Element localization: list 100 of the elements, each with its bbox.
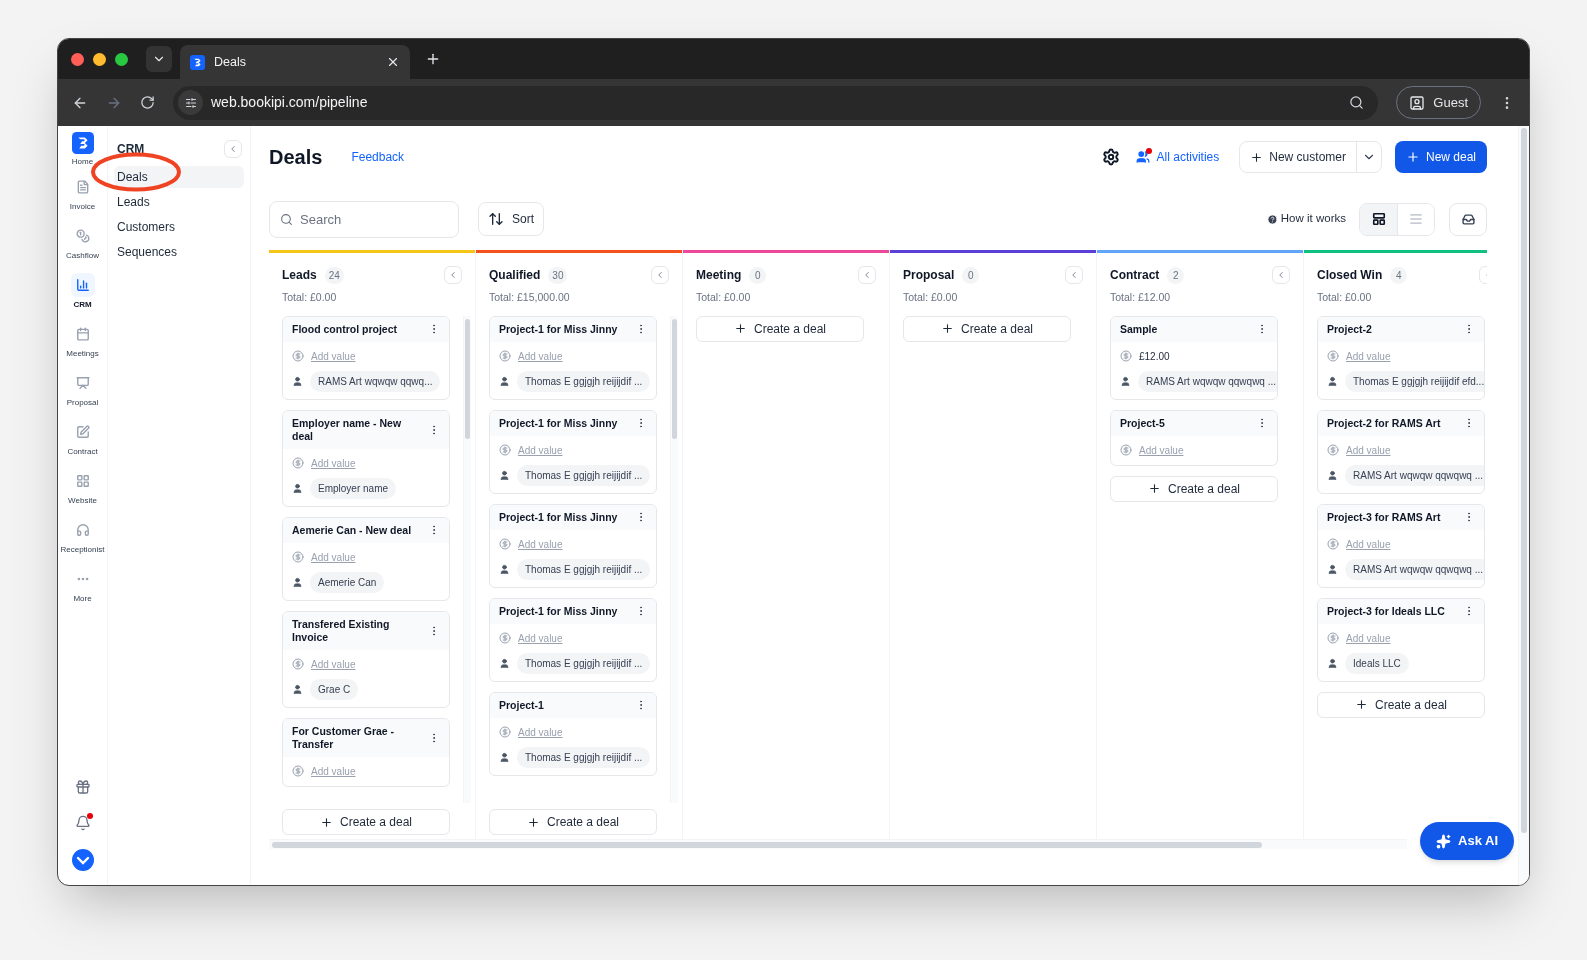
contact-chip[interactable]: Thomas E ggjgjh reijijdif ...: [517, 464, 651, 486]
rail-item[interactable]: Cashflow: [58, 224, 107, 268]
search-icon[interactable]: [1349, 95, 1365, 110]
address-bar[interactable]: web.bookipi.com/pipeline: [173, 85, 1379, 120]
close-window-icon[interactable]: [71, 52, 84, 66]
contact-chip[interactable]: Employer name: [310, 477, 397, 499]
create-deal-button[interactable]: Create a deal: [282, 809, 450, 835]
feedback-link[interactable]: Feedback: [351, 148, 405, 166]
count-badge: 2: [1167, 266, 1185, 284]
app-logo-icon[interactable]: [190, 54, 205, 70]
sliders-icon: [184, 96, 197, 109]
deal-card[interactable]: Project-2 for RAMS Art Add value RAMS Art wqwqw qqwqwq ...: [1317, 409, 1485, 494]
chevron-left-icon: [655, 270, 665, 280]
contact-chip[interactable]: Grae C: [310, 678, 359, 700]
contact-chip[interactable]: Thomas E ggjgjh reijijdif ...: [517, 652, 651, 674]
contact-chip[interactable]: Ideals LLC: [1345, 652, 1409, 674]
archive-button[interactable]: [1449, 202, 1487, 236]
contact-chip[interactable]: RAMS Art wqwqw qqwqwq ...: [1138, 370, 1277, 392]
deal-card[interactable]: Flood control project Add value RAMS Art wqwqw qqwq...: [282, 315, 450, 400]
deal-card[interactable]: Project-1 for Miss Jinny Add value Thomas E ggjgjh reijijdif ...: [489, 409, 657, 494]
rail-item[interactable]: Receptionist: [58, 518, 107, 562]
plus-icon: [1405, 150, 1420, 164]
people-icon[interactable]: [1135, 150, 1150, 164]
vertical-scrollbar[interactable]: [1518, 126, 1529, 885]
rail-label: Cashflow: [66, 250, 99, 262]
create-deal-button[interactable]: Create a deal: [1110, 475, 1278, 502]
contact-chip[interactable]: Thomas E ggjgjh reijijdif ...: [517, 558, 651, 580]
new-tab-icon[interactable]: [425, 51, 441, 67]
contact-chip[interactable]: Thomas E ggjgjh reijijdif efd...: [1345, 370, 1484, 392]
deal-card[interactable]: Project-3 for Ideals LLC Add value Ideals LLC: [1317, 597, 1485, 682]
site-settings-button[interactable]: [178, 90, 203, 115]
rail-item[interactable]: Proposal: [58, 371, 107, 415]
column-scrollbar[interactable]: [670, 315, 678, 803]
deal-card[interactable]: Project-2 Add value Thomas E ggjgjh reijijdif efd...: [1317, 315, 1485, 400]
grid-icon: [75, 474, 90, 488]
gift-icon[interactable]: [74, 779, 91, 795]
new-deal-button[interactable]: New deal: [1394, 141, 1487, 173]
subnav-item[interactable]: Customers: [114, 216, 244, 238]
contact-chip[interactable]: RAMS Art wqwqw qqwq...: [310, 370, 441, 392]
subnav-item[interactable]: Deals: [114, 166, 244, 188]
reload-icon[interactable]: [140, 95, 155, 110]
bell-icon[interactable]: [74, 815, 91, 831]
rail-item[interactable]: More: [58, 567, 107, 611]
tab-list-button[interactable]: [146, 46, 172, 72]
browser-tab[interactable]: Deals: [180, 45, 410, 79]
deal-card[interactable]: Project-1 for Miss Jinny Add value Thomas E ggjgjh reijijdif ...: [489, 503, 657, 588]
deal-card[interactable]: Project-5 Add value: [1110, 409, 1278, 466]
ask-ai-button[interactable]: Ask AI: [1420, 822, 1514, 860]
horizontal-scrollbar[interactable]: [269, 839, 1407, 849]
close-icon[interactable]: [386, 55, 400, 69]
rail-item[interactable]: Home: [58, 132, 107, 170]
search-field[interactable]: Search: [269, 200, 459, 238]
rail-item[interactable]: Website: [58, 469, 107, 513]
create-deal-button[interactable]: Create a deal: [1317, 691, 1485, 718]
dollar-icon: [1327, 350, 1339, 363]
maximize-window-icon[interactable]: [115, 52, 128, 66]
rail-label: Website: [68, 495, 97, 507]
chevron-badge-icon[interactable]: [71, 849, 94, 871]
column-scrollbar[interactable]: [463, 315, 471, 803]
contact-chip[interactable]: Aemerie Can: [310, 571, 385, 593]
chevron-left-icon: [448, 270, 458, 280]
bar-chart-icon: [75, 278, 90, 292]
deal-card[interactable]: For Customer Grae - Transfer Add value: [282, 717, 450, 787]
create-deal-button[interactable]: Create a deal: [489, 809, 657, 835]
deal-title: Project-1: [499, 698, 544, 712]
minimize-window-icon[interactable]: [93, 52, 106, 66]
deal-card[interactable]: Aemerie Can - New deal Add value Aemerie Can: [282, 516, 450, 601]
chevron-left-icon: [862, 270, 872, 280]
deal-card[interactable]: Transfered Existing Invoice Add value Grae C: [282, 610, 450, 708]
settings-icon[interactable]: [1101, 148, 1120, 166]
stage-total: Total: £0.00: [902, 290, 959, 305]
count-badge: 24: [324, 266, 344, 284]
rail-item[interactable]: Invoice: [58, 175, 107, 219]
contact-chip[interactable]: RAMS Art wqwqw qqwqwq ...: [1345, 464, 1484, 486]
contact-chip[interactable]: Thomas E ggjgjh reijijdif ...: [517, 746, 651, 768]
deal-card[interactable]: Sample £12.00 RAMS Art wqwqw qqwqwq ...: [1110, 315, 1278, 400]
rail-item[interactable]: CRM: [58, 273, 107, 317]
stage-total: Total: £0.00: [1316, 290, 1373, 305]
how-it-works-link[interactable]: How it works: [1280, 210, 1346, 228]
rail-item[interactable]: Meetings: [58, 322, 107, 366]
subnav-item[interactable]: Sequences: [114, 241, 244, 263]
rail-item[interactable]: Contract: [58, 420, 107, 464]
deal-card[interactable]: Employer name - New deal Add value Employer name: [282, 409, 450, 507]
dollar-icon: [499, 444, 511, 457]
deal-card[interactable]: Project-3 for RAMS Art Add value RAMS Art wqwqw qqwqwq ...: [1317, 503, 1485, 588]
deal-card[interactable]: Project-1 for Miss Jinny Add value Thomas E ggjgjh reijijdif ...: [489, 315, 657, 400]
create-deal-button[interactable]: Create a deal: [903, 315, 1071, 342]
contact-chip[interactable]: Thomas E ggjgjh reijijdif ...: [517, 370, 651, 392]
contact-chip[interactable]: RAMS Art wqwqw qqwqwq ...: [1345, 558, 1484, 580]
sort-button[interactable]: Sort: [478, 202, 544, 236]
deal-title: Project-1 for Miss Jinny: [499, 416, 618, 430]
deal-title: Project-1 for Miss Jinny: [499, 604, 618, 618]
count-badge: 0: [749, 266, 767, 284]
create-deal-button[interactable]: Create a deal: [696, 315, 864, 342]
dollar-icon: [1120, 444, 1132, 457]
all-activities-link[interactable]: All activities: [1156, 148, 1220, 166]
subnav-item[interactable]: Leads: [114, 191, 244, 213]
deal-card[interactable]: Project-1 Add value Thomas E ggjgjh reijijdif ...: [489, 691, 657, 776]
board-view-button[interactable]: [1360, 203, 1397, 235]
deal-card[interactable]: Project-1 for Miss Jinny Add value Thomas E ggjgjh reijijdif ...: [489, 597, 657, 682]
